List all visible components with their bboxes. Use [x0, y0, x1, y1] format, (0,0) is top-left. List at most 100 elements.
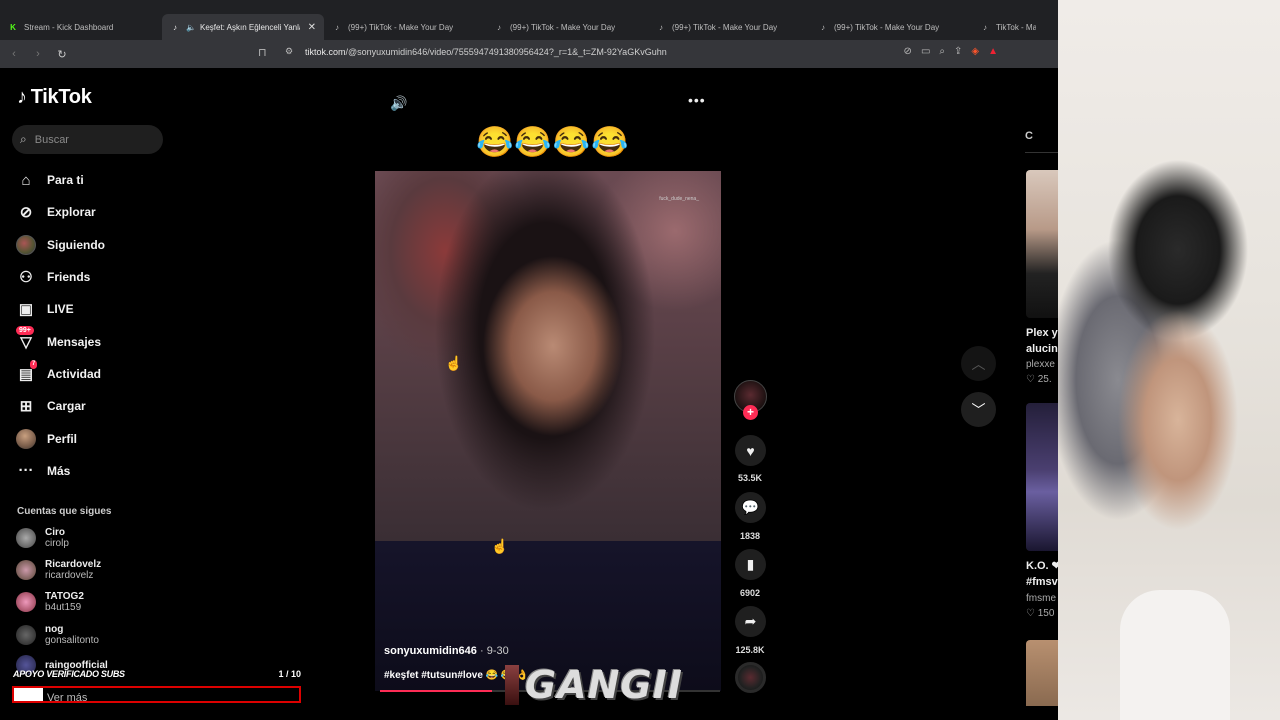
brave-shield-icon[interactable]: ◈	[971, 46, 979, 57]
sidebar-item-friends[interactable]: ⚇ Friends	[16, 261, 105, 293]
related-video-author: fmsme	[1026, 593, 1056, 604]
sidebar-item-actividad[interactable]: ▤ 7 Actividad	[16, 358, 105, 390]
sidebar-item-label: LIVE	[47, 302, 74, 317]
tab-tiktok[interactable]: ♪ (99+) TikTok - Make Your Day	[810, 14, 972, 40]
mute-site-icon[interactable]: ⊘	[904, 46, 912, 57]
sidebar-item-perfil[interactable]: Perfil	[16, 422, 105, 454]
tab-tiktok[interactable]: ♪ (99+) TikTok - Make Your Day	[324, 14, 486, 40]
address-bar-icons: ⊘ ▭ ⌕ ⇪ ◈ ▲	[904, 46, 998, 57]
search-box[interactable]: ⌕	[12, 125, 163, 154]
sidebar-item-live[interactable]: ▣ LIVE	[16, 293, 105, 325]
tab-tiktok[interactable]: ♪ (99+) TikTok - Make Your Day	[648, 14, 810, 40]
tab-label: (99+) TikTok - Make Your Day	[834, 22, 940, 32]
share-icon[interactable]: ⇪	[954, 46, 962, 57]
sidebar-item-mas[interactable]: ··· Más	[16, 455, 105, 487]
follow-plus-icon[interactable]: +	[743, 405, 758, 420]
reload-icon[interactable]: ↻	[52, 44, 72, 64]
video-progress-fill	[380, 690, 493, 692]
tab-tiktok[interactable]: ♪ TikTok - Make Yo	[972, 14, 1044, 40]
related-video-author: plexxe	[1026, 359, 1055, 370]
ver-mas-link[interactable]: Ver más	[47, 692, 87, 704]
tiktok-icon: ♪	[335, 22, 339, 32]
avatar	[16, 560, 36, 580]
sidebar-item-mensajes[interactable]: ▽ 99+ Mensajes	[16, 325, 105, 357]
zoom-icon[interactable]: ⌕	[939, 46, 945, 57]
comment-button[interactable]: 💬	[735, 492, 766, 523]
related-video-thumbnail[interactable]	[1026, 640, 1058, 706]
like-button[interactable]: ♥	[735, 435, 766, 466]
sidebar-item-cargar[interactable]: ⊞ Cargar	[16, 390, 105, 422]
logo-bar-graphic	[505, 665, 519, 705]
tab-tiktok[interactable]: ♪ (99+) TikTok - Make Your Day	[486, 14, 648, 40]
chevron-up-icon: ︿	[971, 355, 986, 372]
video-player[interactable]: fuck_dude_nena_	[375, 171, 721, 691]
url-field[interactable]: tiktok.com/@sonyuxumidin646/video/755594…	[305, 47, 667, 57]
comment-icon: 💬	[741, 499, 760, 515]
account-name: Ciro	[45, 527, 65, 538]
music-disc-icon[interactable]	[735, 662, 766, 693]
stream-goal-bar: APOYO VERIFICADO SUBS 1 / 10	[13, 669, 301, 683]
browser-window: K Stream - Kick Dashboard ♪ 🔈 Keşfet: Aş…	[0, 0, 1058, 720]
friends-icon: ⚇	[19, 269, 33, 287]
share-button[interactable]: ➦	[735, 606, 766, 637]
brave-rewards-icon[interactable]: ▲	[988, 46, 998, 57]
bookmark-icon[interactable]: ⊓	[258, 46, 267, 59]
sidebar-item-explorar[interactable]: ⊘ Explorar	[16, 196, 105, 228]
following-account[interactable]: Ricardovelz ricardovelz	[16, 559, 101, 581]
forward-icon[interactable]: ›	[28, 44, 48, 64]
following-account[interactable]: TATOG2 b4ut159	[16, 591, 84, 613]
tiktok-icon: ♪	[983, 22, 987, 32]
following-title: Cuentas que sigues	[17, 506, 112, 517]
save-button[interactable]: ▮	[735, 549, 766, 580]
avatar	[16, 528, 36, 548]
following-account[interactable]: Ciro cirolp	[16, 527, 69, 549]
sidebar-item-label: Mensajes	[47, 334, 102, 349]
back-icon[interactable]: ‹	[4, 44, 24, 64]
sidebar-item-label: Más	[47, 463, 71, 478]
search-input[interactable]	[34, 133, 145, 146]
tiktok-icon: ♪	[173, 22, 177, 32]
sidebar-item-label: Friends	[47, 270, 91, 285]
volume-icon[interactable]: 🔊	[390, 95, 407, 112]
sidebar-item-para-ti[interactable]: ⌂ Para ti	[16, 164, 105, 196]
bookmark-icon: ▮	[746, 556, 755, 572]
related-video-thumbnail[interactable]	[1026, 170, 1058, 318]
title-line: #fmsv	[1026, 576, 1058, 588]
sidebar-item-siguiendo[interactable]: Siguiendo	[16, 229, 105, 261]
more-options-icon[interactable]: •••	[688, 92, 706, 108]
sidebar-item-label: Explorar	[47, 205, 96, 220]
video-watermark: fuck_dude_nena_	[659, 196, 699, 202]
tiktok-logo[interactable]: ♪ TikTok	[17, 86, 92, 109]
speaker-icon: 🔈	[186, 22, 196, 32]
close-icon[interactable]: ✕	[308, 22, 316, 33]
tab-kick[interactable]: K Stream - Kick Dashboard	[0, 14, 162, 40]
avatar	[16, 592, 36, 612]
account-handle: b4ut159	[45, 602, 82, 613]
share-arrow-icon: ➦	[744, 613, 757, 629]
stream-goal-label: APOYO VERIFICADO SUBS	[13, 669, 125, 679]
sidebar-item-label: Perfil	[47, 431, 78, 446]
tab-tiktok-active[interactable]: ♪ 🔈 Keşfet: Aşkın Eğlenceli Yanları ✕	[162, 14, 324, 40]
save-count: 6902	[739, 588, 761, 598]
home-icon: ⌂	[21, 171, 31, 189]
tiktok-sidebar: ♪ TikTok ⌕ ⌂ Para ti ⊘ Explorar Siguiend…	[0, 68, 180, 720]
next-video-button[interactable]: ﹀	[961, 392, 996, 427]
kick-icon: K	[10, 22, 16, 32]
cast-icon[interactable]: ▭	[921, 46, 930, 57]
related-video-thumbnail[interactable]	[1026, 403, 1058, 551]
related-video-title[interactable]: K.O. ❤ #fmsv	[1026, 558, 1058, 590]
tiktok-icon: ♪	[821, 22, 825, 32]
account-name: Ricardovelz	[45, 559, 102, 570]
site-settings-icon[interactable]: ⚙	[285, 46, 293, 57]
url-host: tiktok.com	[305, 47, 346, 57]
tab-bar: K Stream - Kick Dashboard ♪ 🔈 Keşfet: Aş…	[0, 0, 1058, 40]
logo-text: TikTok	[30, 86, 92, 108]
stream-goal-count: 1 / 10	[278, 669, 301, 679]
following-account[interactable]: nog gonsalitonto	[16, 624, 99, 646]
url-path: /@sonyuxumidin646/video/7555947491380956…	[345, 47, 667, 57]
video-author[interactable]: sonyuxumidin646 · 9-30	[384, 645, 509, 657]
tiktok-logo-icon: ♪	[17, 86, 27, 108]
avatar	[16, 625, 36, 645]
previous-video-button[interactable]: ︿	[961, 346, 996, 381]
tab-label: (99+) TikTok - Make Your Day	[672, 22, 778, 32]
